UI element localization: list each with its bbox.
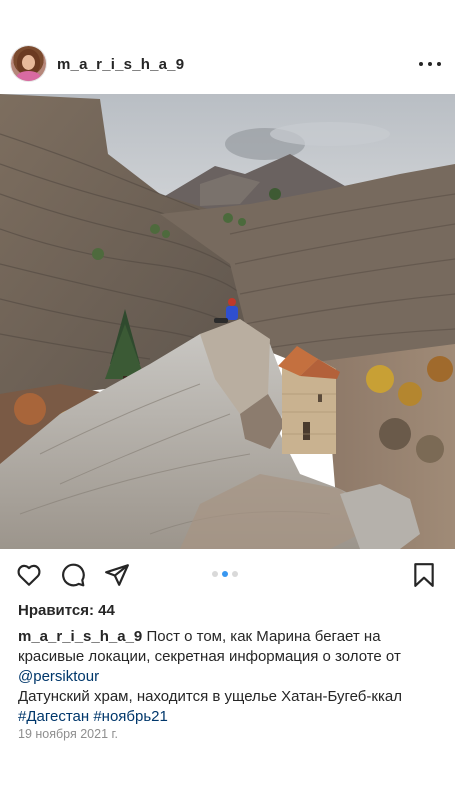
post-header: m_a_r_i_s_h_a_9 bbox=[0, 44, 455, 86]
comment-icon[interactable] bbox=[60, 562, 86, 588]
caption-username[interactable]: m_a_r_i_s_h_a_9 bbox=[18, 628, 142, 645]
carousel-dot bbox=[212, 571, 218, 577]
profile-avatar[interactable] bbox=[11, 46, 46, 81]
heart-icon[interactable] bbox=[16, 562, 42, 588]
mention-link[interactable]: @persiktour bbox=[18, 668, 99, 685]
carousel-dot bbox=[232, 571, 238, 577]
hashtag-link[interactable]: #Дагестан bbox=[18, 708, 89, 725]
hashtag-link[interactable]: #ноябрь21 bbox=[93, 708, 168, 725]
post-caption: m_a_r_i_s_h_a_9 Пост о том, как Марина б… bbox=[18, 627, 443, 727]
instagram-post: m_a_r_i_s_h_a_9 Нравится: 44 m_a_r_i_s_h… bbox=[0, 0, 455, 800]
paper-plane-icon[interactable] bbox=[104, 562, 130, 588]
carousel-indicator bbox=[212, 571, 238, 577]
more-options-icon[interactable] bbox=[419, 54, 441, 74]
post-username[interactable]: m_a_r_i_s_h_a_9 bbox=[57, 56, 184, 73]
post-date: 19 ноября 2021 г. bbox=[18, 727, 118, 741]
likes-count[interactable]: Нравится: 44 bbox=[18, 602, 115, 619]
bookmark-icon[interactable] bbox=[411, 562, 437, 588]
post-photo[interactable] bbox=[0, 94, 455, 549]
caption-location-line: Датунский храм, находится в ущелье Хатан… bbox=[18, 688, 402, 705]
post-actions-bar bbox=[0, 556, 455, 594]
carousel-dot-active bbox=[222, 571, 228, 577]
